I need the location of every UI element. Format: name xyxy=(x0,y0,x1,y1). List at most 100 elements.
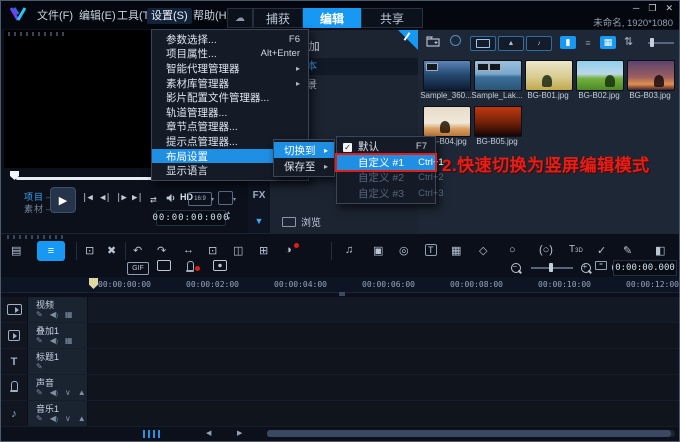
track-header[interactable]: 音乐1 ✎ ◀) ∨ ▲ xyxy=(28,401,87,426)
gif-creator-button[interactable]: GIF xyxy=(127,262,149,275)
menu-item-profile-manager[interactable]: 影片配置文件管理器... xyxy=(152,90,308,105)
go-start-button[interactable]: |◀ xyxy=(82,193,93,203)
track-edit-icon[interactable]: ✎ xyxy=(36,362,43,371)
aspect-ratio-button[interactable]: 16:9 xyxy=(188,192,212,206)
redo-button[interactable]: ↷ xyxy=(157,244,166,257)
thumbnail-sample-360[interactable] xyxy=(423,60,471,91)
trim-button[interactable]: ⊞ xyxy=(259,244,268,257)
timeline-scrollbar[interactable] xyxy=(267,430,675,437)
track-header[interactable]: 视频 ✎ ◀) ▦ xyxy=(28,297,87,322)
pin-icon[interactable] xyxy=(398,30,418,50)
tab-edit[interactable]: 编辑 xyxy=(303,8,361,28)
instant-project-button[interactable]: ▣ xyxy=(373,244,383,257)
video-track-lane[interactable] xyxy=(88,297,679,322)
track-transparency-icon[interactable]: ▦ xyxy=(65,310,73,319)
thumbnail-sample-lake[interactable] xyxy=(474,60,522,91)
cloud-button[interactable]: ☁ xyxy=(227,8,253,28)
tab-capture[interactable]: 捕获 xyxy=(253,8,303,28)
speech-to-text-button[interactable]: ○ xyxy=(509,244,516,256)
scroll-left-button[interactable]: ◀ xyxy=(206,429,211,437)
volume-icon[interactable] xyxy=(166,193,177,203)
view-panel-button[interactable]: ▮ xyxy=(560,36,576,49)
splitter-handle[interactable] xyxy=(7,235,63,239)
music-track-icon[interactable]: ♪ xyxy=(1,401,27,426)
track-transparency-icon[interactable]: ▦ xyxy=(65,336,73,345)
track-edit-icon[interactable]: ✎ xyxy=(36,388,43,397)
timeline-ruler[interactable]: 00:00:00:00 00:00:02:00 00:00:04:00 00:0… xyxy=(1,277,679,293)
loop-button[interactable]: ⇄ xyxy=(150,193,157,206)
track-wave-icon[interactable]: ∨ xyxy=(65,388,71,397)
track-mute-icon[interactable]: ◀) xyxy=(50,310,58,319)
scroll-right-button[interactable]: ▶ xyxy=(237,429,242,437)
submenu-item-default[interactable]: ✓ 默认 F7 xyxy=(337,139,435,155)
submenu-item-save-to[interactable]: 保存至 ▸ xyxy=(274,158,334,174)
media-roll-button[interactable]: ◎ xyxy=(399,244,409,257)
track-header[interactable]: 标题1 ✎ xyxy=(28,349,87,374)
thumbnail-bg-b05[interactable] xyxy=(474,106,522,137)
minimize-button[interactable]: ─ xyxy=(633,3,639,13)
menu-settings[interactable]: 设置(S) xyxy=(147,8,192,24)
track-mute-icon[interactable]: ◀) xyxy=(50,388,58,397)
split-view-button[interactable]: ◫ xyxy=(233,244,243,257)
track-header[interactable]: 声音 ✎ ◀) ∨ ▲ xyxy=(28,375,87,400)
aspect-dropdown-icon[interactable]: ▾ xyxy=(211,196,214,203)
settings-circle-icon[interactable] xyxy=(450,35,461,46)
track-edit-icon[interactable]: ✎ xyxy=(36,336,43,345)
sort-icon[interactable]: ⇅ xyxy=(624,35,633,48)
filter-video-button[interactable] xyxy=(470,36,496,51)
enlarge-timeline-button[interactable]: ⊡ xyxy=(208,244,217,257)
voice-track-icon[interactable] xyxy=(1,375,27,400)
zoom-out-icon[interactable]: − xyxy=(511,262,521,273)
track-edit-icon[interactable]: ✎ xyxy=(36,310,43,319)
video-track-icon[interactable] xyxy=(1,297,27,322)
track-header[interactable]: 叠加1 ✎ ◀) ▦ xyxy=(28,323,87,348)
menu-item-preferences[interactable]: 参数选择... F6 xyxy=(152,32,308,47)
snapshot-tool-button[interactable] xyxy=(213,260,227,271)
fit-project-button[interactable]: = xyxy=(595,261,607,270)
menu-item-chapter-manager[interactable]: 章节点管理器... xyxy=(152,120,308,135)
title-track-icon[interactable]: T xyxy=(1,349,27,374)
subtitle-editor-button[interactable]: T xyxy=(425,244,437,256)
thumbnail-bg-b01[interactable] xyxy=(525,60,573,91)
menu-item-project-properties[interactable]: 项目属性... Alt+Enter xyxy=(152,47,308,62)
prev-frame-button[interactable]: ◀| xyxy=(100,193,111,203)
mask-creator-button[interactable]: (○) xyxy=(539,244,553,256)
undo-button[interactable]: ↶ xyxy=(133,244,142,257)
snapshot-dropdown-icon[interactable]: ▾ xyxy=(233,196,236,203)
browse-button[interactable]: 浏览 xyxy=(282,214,321,229)
adjust-button[interactable]: ◧ xyxy=(655,244,665,257)
track-ducking-icon[interactable]: ▲ xyxy=(78,414,86,423)
filter-photo-button[interactable]: ▲ xyxy=(498,36,524,51)
timeline-view-button[interactable]: ≡ xyxy=(37,241,65,261)
dock-handle[interactable] xyxy=(8,32,64,36)
track-ducking-icon[interactable]: ▲ xyxy=(78,388,86,397)
thumbnail-bg-b02[interactable] xyxy=(576,60,624,91)
next-frame-button[interactable]: |▶ xyxy=(116,193,127,203)
scrub-bar[interactable] xyxy=(16,177,168,180)
track-scroll-icon[interactable] xyxy=(143,430,163,438)
track-mute-icon[interactable]: ◀) xyxy=(50,336,58,345)
view-grid-button[interactable]: ▦ xyxy=(600,36,616,49)
overlay-track-lane[interactable] xyxy=(88,323,679,348)
zoom-in-icon[interactable]: + xyxy=(581,262,591,273)
play-button[interactable]: ▶ xyxy=(50,187,76,213)
color-grading-button[interactable]: ◑ xyxy=(285,244,292,256)
overlay-track-icon[interactable] xyxy=(1,323,27,348)
3d-title-button[interactable]: T3D xyxy=(569,244,583,255)
menu-item-track-manager[interactable]: 轨道管理器... xyxy=(152,105,308,120)
menu-file[interactable]: 文件(F) xyxy=(33,8,77,24)
menu-item-smart-proxy[interactable]: 智能代理管理器 ▸ xyxy=(152,61,308,76)
thumbnail-bg-b04[interactable] xyxy=(423,106,471,137)
microphone-button[interactable] xyxy=(186,260,194,278)
music-track-lane[interactable] xyxy=(88,401,679,426)
filter-audio-button[interactable]: ♪ xyxy=(526,36,552,51)
thumbnail-bg-b03[interactable] xyxy=(627,60,675,91)
toolbar-timecode[interactable]: 0:00:00.000 xyxy=(613,260,677,276)
ripple-edit-button[interactable]: ↔ xyxy=(183,244,194,256)
playhead-marker[interactable] xyxy=(89,278,98,289)
timecode-stepper[interactable]: ▲ ▼ xyxy=(226,210,231,222)
track-edit-icon[interactable]: ✎ xyxy=(36,414,43,423)
subtitle-check-button[interactable]: ✓ xyxy=(597,244,606,257)
view-list-button[interactable]: ≡ xyxy=(580,36,596,49)
import-folder-icon[interactable] xyxy=(426,36,440,47)
